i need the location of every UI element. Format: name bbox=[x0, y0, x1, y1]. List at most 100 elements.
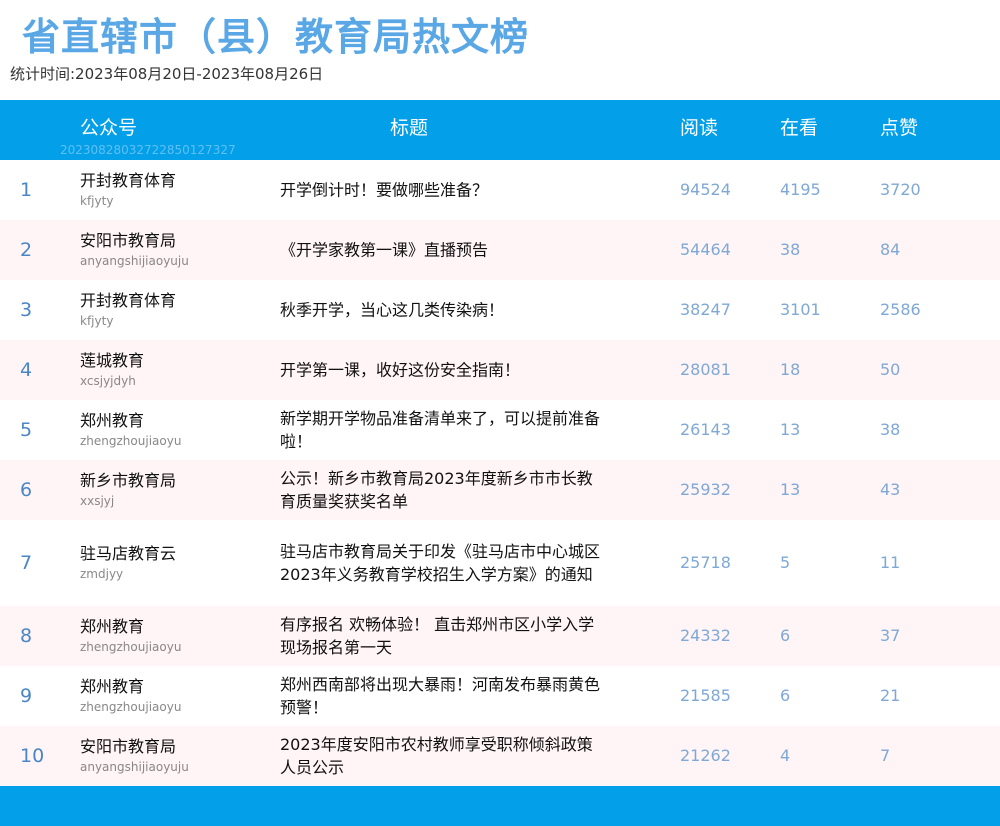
account-id: zmdjyy bbox=[80, 567, 124, 581]
row-account: 郑州教育 zhengzhoujiaoyu bbox=[80, 677, 181, 715]
looking-count: 6 bbox=[780, 626, 791, 645]
table-row[interactable]: 3 开封教育体育 kfjyty 秋季开学，当心这几类传染病！ 38247 310… bbox=[0, 280, 1000, 340]
row-rank: 4 bbox=[20, 359, 33, 381]
account-name: 安阳市教育局 bbox=[80, 231, 177, 250]
table-header: 公众号 标题 阅读 在看 点赞 20230828032722850127327 bbox=[0, 100, 1000, 160]
reads-count: 21585 bbox=[680, 686, 731, 705]
row-rank: 10 bbox=[20, 745, 45, 767]
header-looking: 在看 bbox=[780, 117, 819, 139]
table-row[interactable]: 4 莲城教育 xcsjyjdyh 开学第一课，收好这份安全指南！ 28081 1… bbox=[0, 340, 1000, 400]
article-title[interactable]: 秋季开学，当心这几类传染病！ bbox=[280, 299, 600, 322]
account-id: xxsjyj bbox=[80, 494, 115, 508]
likes-count: 11 bbox=[880, 553, 901, 572]
row-account: 安阳市教育局 anyangshijiaoyuju bbox=[80, 231, 189, 269]
row-account: 开封教育体育 kfjyty bbox=[80, 291, 176, 329]
looking-count: 5 bbox=[780, 553, 791, 572]
row-account: 郑州教育 zhengzhoujiaoyu bbox=[80, 617, 181, 655]
row-rank: 8 bbox=[20, 625, 33, 647]
header-account: 公众号 bbox=[80, 117, 138, 139]
likes-count: 38 bbox=[880, 420, 901, 439]
account-name: 郑州教育 bbox=[80, 677, 145, 696]
article-title[interactable]: 新学期开学物品准备清单来了，可以提前准备啦！ bbox=[280, 407, 600, 453]
table-row[interactable]: 6 新乡市教育局 xxsjyj 公示！新乡市教育局2023年度新乡市市长教育质量… bbox=[0, 460, 1000, 520]
table-row[interactable]: 2 安阳市教育局 anyangshijiaoyuju 《开学家教第一课》直播预告… bbox=[0, 220, 1000, 280]
header-reads: 阅读 bbox=[680, 117, 719, 139]
watermark-code: 20230828032722850127327 bbox=[60, 143, 236, 157]
row-account: 安阳市教育局 anyangshijiaoyuju bbox=[80, 737, 189, 775]
account-name: 郑州教育 bbox=[80, 411, 145, 430]
likes-count: 84 bbox=[880, 240, 901, 259]
likes-count: 43 bbox=[880, 480, 901, 499]
reads-count: 25932 bbox=[680, 480, 731, 499]
account-name: 郑州教育 bbox=[80, 617, 145, 636]
looking-count: 13 bbox=[780, 420, 801, 439]
account-name: 开封教育体育 bbox=[80, 291, 177, 310]
likes-count: 37 bbox=[880, 626, 901, 645]
row-account: 莲城教育 xcsjyjdyh bbox=[80, 351, 144, 389]
account-id: zhengzhoujiaoyu bbox=[80, 640, 182, 654]
account-id: zhengzhoujiaoyu bbox=[80, 434, 182, 448]
table-row[interactable]: 9 郑州教育 zhengzhoujiaoyu 郑州西南部将出现大暴雨！河南发布暴… bbox=[0, 666, 1000, 726]
article-title[interactable]: 开学倒计时！要做哪些准备？ bbox=[280, 179, 600, 202]
header-title: 标题 bbox=[390, 117, 429, 139]
header-likes: 点赞 bbox=[880, 117, 919, 139]
account-name: 开封教育体育 bbox=[80, 171, 177, 190]
row-rank: 1 bbox=[20, 179, 33, 201]
account-name: 莲城教育 bbox=[80, 351, 145, 370]
looking-count: 3101 bbox=[780, 300, 821, 319]
row-account: 驻马店教育云 zmdjyy bbox=[80, 544, 176, 582]
reads-count: 94524 bbox=[680, 180, 731, 199]
article-title[interactable]: 郑州西南部将出现大暴雨！河南发布暴雨黄色预警！ bbox=[280, 673, 600, 719]
account-name: 驻马店教育云 bbox=[80, 544, 177, 563]
looking-count: 4 bbox=[780, 746, 791, 765]
row-rank: 9 bbox=[20, 685, 33, 707]
account-id: anyangshijiaoyuju bbox=[80, 760, 189, 774]
table-row[interactable]: 8 郑州教育 zhengzhoujiaoyu 有序报名 欢畅体验！ 直击郑州市区… bbox=[0, 606, 1000, 666]
reads-count: 38247 bbox=[680, 300, 731, 319]
account-id: zhengzhoujiaoyu bbox=[80, 700, 182, 714]
reads-count: 28081 bbox=[680, 360, 731, 379]
likes-count: 7 bbox=[880, 746, 891, 765]
page-title: 省直辖市（县）教育局热文榜 bbox=[22, 15, 530, 59]
row-rank: 7 bbox=[20, 552, 33, 574]
footer-bar bbox=[0, 786, 1000, 826]
article-title[interactable]: 有序报名 欢畅体验！ 直击郑州市区小学入学现场报名第一天 bbox=[280, 613, 600, 659]
account-id: xcsjyjdyh bbox=[80, 374, 136, 388]
table-row[interactable]: 7 驻马店教育云 zmdjyy 驻马店市教育局关于印发《驻马店市中心城区2023… bbox=[0, 520, 1000, 606]
article-title[interactable]: 《开学家教第一课》直播预告 bbox=[280, 239, 600, 262]
likes-count: 2586 bbox=[880, 300, 921, 319]
article-title[interactable]: 2023年度安阳市农村教师享受职称倾斜政策人员公示 bbox=[280, 733, 600, 779]
date-range: 统计时间:2023年08月20日-2023年08月26日 bbox=[10, 65, 324, 83]
row-account: 郑州教育 zhengzhoujiaoyu bbox=[80, 411, 181, 449]
table-row[interactable]: 1 开封教育体育 kfjyty 开学倒计时！要做哪些准备？ 94524 4195… bbox=[0, 160, 1000, 220]
row-rank: 3 bbox=[20, 299, 33, 321]
reads-count: 54464 bbox=[680, 240, 731, 259]
reads-count: 24332 bbox=[680, 626, 731, 645]
reads-count: 21262 bbox=[680, 746, 731, 765]
account-id: kfjyty bbox=[80, 194, 114, 208]
likes-count: 3720 bbox=[880, 180, 921, 199]
row-rank: 2 bbox=[20, 239, 33, 261]
ranking-table: 1 开封教育体育 kfjyty 开学倒计时！要做哪些准备？ 94524 4195… bbox=[0, 160, 1000, 786]
account-id: anyangshijiaoyuju bbox=[80, 254, 189, 268]
looking-count: 4195 bbox=[780, 180, 821, 199]
row-account: 开封教育体育 kfjyty bbox=[80, 171, 176, 209]
table-row[interactable]: 5 郑州教育 zhengzhoujiaoyu 新学期开学物品准备清单来了，可以提… bbox=[0, 400, 1000, 460]
looking-count: 38 bbox=[780, 240, 801, 259]
account-name: 安阳市教育局 bbox=[80, 737, 177, 756]
reads-count: 25718 bbox=[680, 553, 731, 572]
row-rank: 5 bbox=[20, 419, 33, 441]
account-id: kfjyty bbox=[80, 314, 114, 328]
article-title[interactable]: 开学第一课，收好这份安全指南！ bbox=[280, 359, 600, 382]
article-title[interactable]: 驻马店市教育局关于印发《驻马店市中心城区2023年义务教育学校招生入学方案》的通… bbox=[280, 540, 600, 586]
likes-count: 21 bbox=[880, 686, 901, 705]
looking-count: 6 bbox=[780, 686, 791, 705]
row-rank: 6 bbox=[20, 479, 33, 501]
reads-count: 26143 bbox=[680, 420, 731, 439]
looking-count: 18 bbox=[780, 360, 801, 379]
article-title[interactable]: 公示！新乡市教育局2023年度新乡市市长教育质量奖获奖名单 bbox=[280, 467, 600, 513]
table-row[interactable]: 10 安阳市教育局 anyangshijiaoyuju 2023年度安阳市农村教… bbox=[0, 726, 1000, 786]
row-account: 新乡市教育局 xxsjyj bbox=[80, 471, 176, 509]
looking-count: 13 bbox=[780, 480, 801, 499]
account-name: 新乡市教育局 bbox=[80, 471, 177, 490]
